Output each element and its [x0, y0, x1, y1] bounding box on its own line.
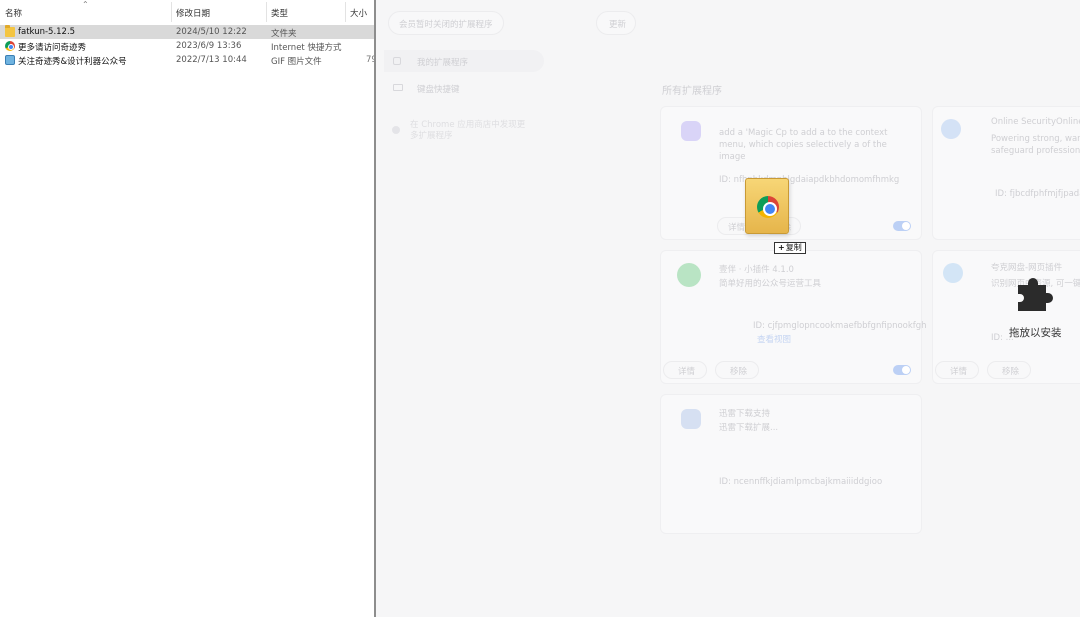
puzzle-piece-icon: [1018, 278, 1054, 311]
extension-title: Online SecurityOnline Search: [991, 117, 1080, 127]
details-button[interactable]: 详情: [935, 361, 979, 379]
copy-cursor-badge: +复制: [774, 242, 806, 254]
drop-to-install-label: 拖放以安装: [1009, 327, 1062, 339]
column-header-modified[interactable]: 修改日期: [176, 7, 210, 19]
extension-description: 简单好用的公众号运营工具: [719, 279, 822, 289]
extension-card: 迅雷下载支持 迅雷下载扩展... ID: ncennffkjdiamlpmcba…: [660, 394, 922, 534]
keyboard-icon: [393, 84, 403, 91]
column-separator[interactable]: [266, 2, 267, 22]
extension-id: ID: fjbcdfphfmjfjpadamcdlkjcndgn: [995, 189, 1080, 199]
sidebar-item-my-extensions[interactable]: 我的扩展程序: [384, 50, 544, 72]
file-modified: 2024/5/10 12:22: [176, 27, 247, 37]
chrome-store-promo[interactable]: 在 Chrome 应用商店中发现更多扩展程序: [390, 112, 540, 148]
details-button[interactable]: 详情: [663, 361, 707, 379]
dragged-file-icon: [735, 174, 803, 240]
chrome-shortcut-icon: [5, 41, 15, 51]
enable-toggle[interactable]: [893, 365, 911, 375]
extension-card: 壹伴 · 小插件 4.1.0 简单好用的公众号运营工具 ID: cjfpmglo…: [660, 250, 927, 384]
column-separator[interactable]: [171, 2, 172, 22]
extension-icon: [681, 409, 701, 429]
sidebar-item-shortcuts[interactable]: 键盘快捷键: [384, 80, 544, 98]
file-type: GIF 图片文件: [271, 57, 322, 67]
file-row-folder[interactable]: fatkun-5.12.5 2024/5/10 12:22 文件夹: [0, 25, 374, 39]
plus-icon: +: [778, 243, 785, 252]
column-separator[interactable]: [345, 2, 346, 22]
column-header-size[interactable]: 大小: [350, 7, 367, 19]
extension-id: ID: cjfpmglopncookmaefbbfgnfipnookfgh: [753, 321, 927, 331]
extension-id: ID: ncennffkjdiamlpmcbajkmaiiiddgioo: [719, 477, 883, 487]
file-name: 关注奇迹秀&设计利器公众号: [18, 57, 127, 67]
column-header-name[interactable]: 名称: [5, 7, 22, 19]
update-button[interactable]: 更新: [596, 11, 636, 35]
folder-icon: [5, 25, 15, 37]
file-size: 79: [366, 55, 374, 65]
section-title: 所有扩展程序: [662, 86, 722, 97]
file-type: Internet 快捷方式: [271, 43, 342, 53]
copy-label: 复制: [785, 243, 802, 252]
file-modified: 2023/6/9 13:36: [176, 41, 242, 51]
extension-card: 夸克网盘-网页插件 识别网页中资源, 可一键转存 ID: ... 详情 移除: [932, 250, 1080, 384]
sort-ascending-icon: ⌃: [82, 0, 89, 9]
file-type: 文件夹: [271, 29, 297, 39]
extension-icon: [677, 263, 701, 287]
remove-button[interactable]: 移除: [987, 361, 1031, 379]
file-modified: 2022/7/13 10:44: [176, 55, 247, 65]
view-link[interactable]: 查看视图: [757, 333, 791, 345]
column-header-bar: ⌃ 名称 修改日期 类型 大小: [0, 0, 374, 24]
remove-button[interactable]: 移除: [715, 361, 759, 379]
gif-file-icon: [5, 55, 15, 65]
file-name: fatkun-5.12.5: [18, 27, 76, 37]
file-explorer-pane: ⌃ 名称 修改日期 类型 大小 fatkun-5.12.5 2024/5/10 …: [0, 0, 374, 617]
column-header-type[interactable]: 类型: [271, 7, 288, 19]
extension-title: 壹伴 · 小插件 4.1.0: [719, 265, 794, 275]
extension-card: Online SecurityOnline Search Powering st…: [932, 106, 1080, 240]
file-row-gif[interactable]: 关注奇迹秀&设计利器公众号 2022/7/13 10:44 GIF 图片文件 7…: [0, 53, 374, 67]
enable-toggle[interactable]: [893, 221, 911, 231]
store-icon: [392, 126, 400, 134]
extension-title: 迅雷下载支持: [719, 409, 771, 419]
file-row-shortcut[interactable]: 更多请访问奇迹秀 2023/6/9 13:36 Internet 快捷方式: [0, 39, 374, 53]
chrome-icon: [757, 196, 779, 218]
extension-icon: [681, 121, 701, 141]
extension-icon: [941, 119, 961, 139]
file-name: 更多请访问奇迹秀: [18, 43, 87, 53]
extensions-page: 会员暂时关闭的扩展程序 更新 我的扩展程序 键盘快捷键 在 Chrome 应用商…: [376, 0, 1080, 617]
extension-description: Powering strong, warning, and safeguard …: [991, 134, 1080, 156]
extension-icon: [943, 263, 963, 283]
puzzle-icon: [393, 57, 401, 65]
inactive-extensions-button[interactable]: 会员暂时关闭的扩展程序: [388, 11, 504, 35]
extension-description: add a 'Magic Cp to add a to the context …: [719, 128, 888, 162]
extension-title: 夸克网盘-网页插件: [991, 263, 1063, 273]
extension-description: 迅雷下载扩展...: [719, 423, 779, 433]
